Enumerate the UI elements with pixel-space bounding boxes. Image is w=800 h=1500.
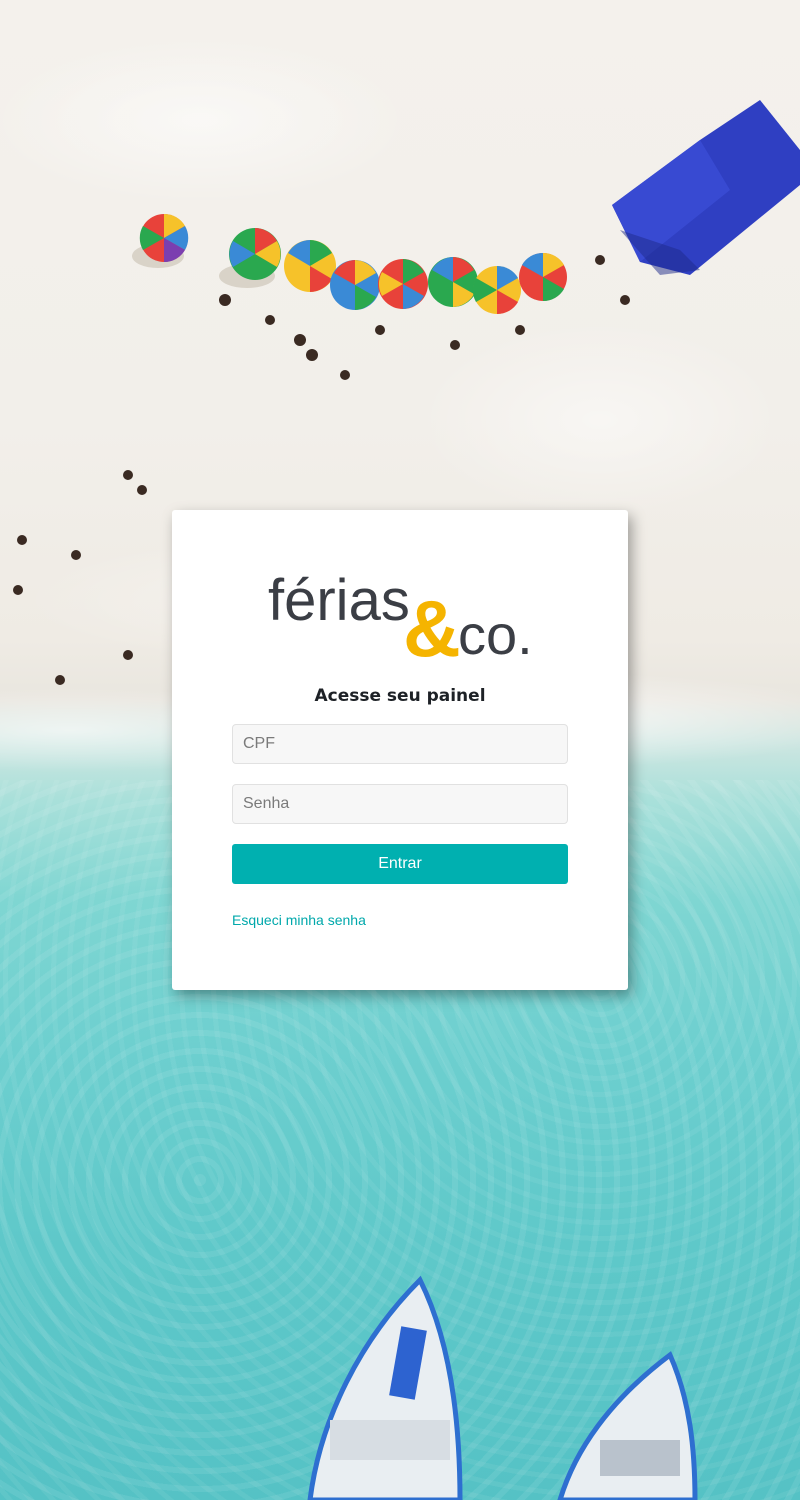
boat-left	[307, 1275, 463, 1500]
umbrella	[284, 240, 336, 292]
umbrella	[428, 257, 478, 307]
umbrella	[519, 252, 567, 302]
blue-tent	[612, 100, 800, 275]
forgot-password-link[interactable]: Esqueci minha senha	[232, 912, 366, 928]
login-heading: Acesse seu painel	[314, 686, 486, 706]
logo-ampersand: &	[403, 584, 461, 662]
brand-logo: férias & co.	[268, 568, 538, 673]
cpf-input[interactable]	[232, 724, 568, 764]
umbrellas	[132, 213, 567, 315]
umbrella	[132, 213, 189, 268]
umbrella	[472, 265, 521, 315]
password-input[interactable]	[232, 784, 568, 824]
logo-suffix-text: co.	[458, 603, 533, 662]
ferias-and-co-logo: férias & co.	[268, 568, 533, 673]
umbrella	[219, 228, 281, 288]
login-button[interactable]: Entrar	[232, 844, 568, 884]
boat-right	[557, 1351, 698, 1500]
login-card: férias & co. Acesse seu painel Entrar Es…	[172, 510, 628, 990]
beach-background: férias & co. Acesse seu painel Entrar Es…	[0, 0, 800, 1500]
logo-main-text: férias	[268, 568, 410, 633]
umbrella	[378, 259, 428, 309]
umbrella	[330, 260, 380, 310]
